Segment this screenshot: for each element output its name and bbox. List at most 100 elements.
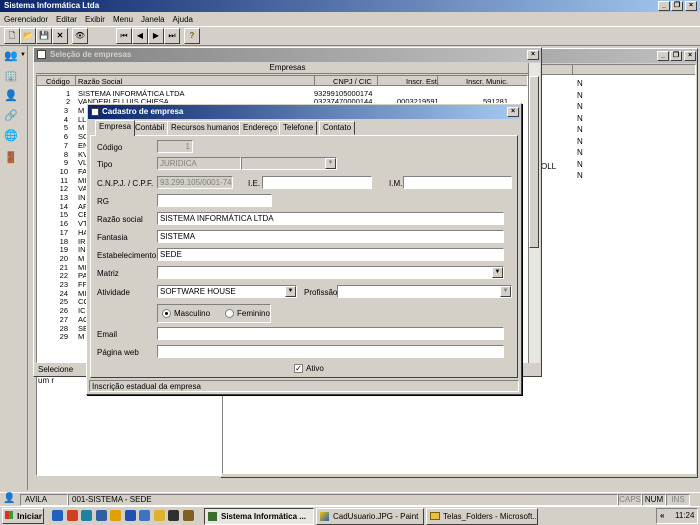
grid-row-codigo[interactable]: 13: [42, 193, 68, 202]
feminino-radio[interactable]: [225, 309, 234, 318]
cnpj-field[interactable]: 93.299.105/0001-74: [157, 176, 233, 189]
menu-menu[interactable]: Menu: [113, 14, 133, 26]
grid-row-codigo[interactable]: 10: [42, 167, 68, 176]
maximize-button[interactable]: ❐: [671, 1, 683, 11]
close-button[interactable]: ×: [685, 1, 697, 11]
grid-row-razao[interactable]: IC: [78, 306, 86, 315]
tab-contabil[interactable]: Contábil: [131, 121, 169, 135]
explorer-icon[interactable]: [110, 510, 121, 521]
grid-row-codigo[interactable]: 16: [42, 219, 68, 228]
chevron-down-icon[interactable]: ▼: [500, 286, 511, 297]
task-paint[interactable]: CadUsuario.JPG - Paint: [316, 508, 424, 525]
tray-expand-button[interactable]: «: [660, 511, 664, 520]
grid-row-codigo[interactable]: 6: [42, 132, 68, 141]
chevron-down-icon[interactable]: ▼: [20, 52, 26, 58]
media-icon[interactable]: [95, 510, 107, 521]
grid-row-codigo[interactable]: 26: [42, 306, 68, 315]
folder-icon[interactable]: [153, 510, 165, 521]
profissao-select[interactable]: ▼: [337, 285, 512, 298]
task-word[interactable]: Telas_Folders - Microsoft...: [426, 508, 538, 525]
new-icon[interactable]: 🗋: [4, 28, 20, 44]
grid-row-codigo[interactable]: 5: [42, 123, 68, 132]
pen-icon[interactable]: [182, 510, 194, 521]
outlook-icon[interactable]: [66, 510, 78, 521]
grid-row-razao[interactable]: M: [78, 123, 84, 132]
grid-row-codigo[interactable]: 14: [42, 202, 68, 211]
grid-row-codigo[interactable]: 24: [42, 289, 68, 298]
codigo-field[interactable]: 1: [157, 140, 193, 153]
grid-row-codigo[interactable]: 29: [42, 332, 68, 341]
open-icon[interactable]: 📂: [20, 28, 36, 44]
selecao-close-button[interactable]: ×: [527, 50, 539, 60]
row-2-codigo[interactable]: 2: [66, 97, 70, 106]
bg-close-button[interactable]: ×: [684, 51, 696, 61]
ie-icon[interactable]: [52, 510, 63, 521]
grid-row-codigo[interactable]: 15: [42, 210, 68, 219]
grid-row-razao[interactable]: M: [78, 254, 84, 263]
col-cnpj[interactable]: CNPJ / CIC: [333, 77, 372, 86]
binoculars-icon[interactable]: 👁: [72, 28, 88, 44]
menu-exibir[interactable]: Exibir: [85, 14, 105, 26]
first-icon[interactable]: ⏮: [116, 28, 132, 44]
next-icon[interactable]: ▶: [148, 28, 164, 44]
grid-row-codigo[interactable]: 22: [42, 271, 68, 280]
grid-row-razao[interactable]: M: [78, 106, 84, 115]
tab-telefone[interactable]: Telefone: [279, 121, 318, 135]
help-icon[interactable]: ?: [184, 28, 200, 44]
grid-row-codigo[interactable]: 27: [42, 315, 68, 324]
tab-contato[interactable]: Contato: [319, 121, 356, 135]
desktop-icon[interactable]: [81, 510, 92, 521]
cmd-icon[interactable]: [168, 510, 179, 521]
building-icon[interactable]: 🏢: [3, 68, 19, 84]
tab-recursos-humanos[interactable]: Recursos humanos: [167, 121, 244, 135]
network-icon[interactable]: 🔗: [3, 108, 19, 124]
col-codigo[interactable]: Código: [46, 77, 70, 86]
atividade-select[interactable]: SOFTWARE HOUSE ▼: [157, 285, 297, 298]
estabelecimento-field[interactable]: SEDE: [157, 248, 504, 261]
task-sistema[interactable]: Sistema Informática ...: [204, 508, 314, 525]
grid-row-codigo[interactable]: 28: [42, 324, 68, 333]
grid-row-razao[interactable]: IR: [78, 237, 86, 246]
menu-gerenciador[interactable]: Gerenciador: [4, 14, 48, 26]
chevron-down-icon[interactable]: ▼: [325, 158, 336, 169]
users-icon[interactable]: 👥: [3, 48, 19, 64]
grid-row-razao[interactable]: IN: [78, 193, 86, 202]
chevron-down-icon[interactable]: ▼: [285, 286, 296, 297]
im-field[interactable]: [403, 176, 512, 189]
menu-janela[interactable]: Janela: [141, 14, 165, 26]
bg-maximize-button[interactable]: ❐: [670, 51, 682, 61]
grid-row-codigo[interactable]: 7: [42, 141, 68, 150]
prev-icon[interactable]: ◀: [132, 28, 148, 44]
grid-row-codigo[interactable]: 3: [42, 106, 68, 115]
ativo-label[interactable]: Ativo: [306, 364, 324, 373]
grid-row-codigo[interactable]: 21: [42, 263, 68, 272]
rg-field[interactable]: [157, 194, 272, 207]
tipo-select[interactable]: ▼: [241, 157, 337, 170]
grid-row-codigo[interactable]: 20: [42, 254, 68, 263]
email-field[interactable]: [157, 327, 504, 340]
grid-row-codigo[interactable]: 25: [42, 297, 68, 306]
pagina-web-field[interactable]: [157, 345, 504, 358]
person-icon[interactable]: 👤: [3, 88, 19, 104]
grid-row-codigo[interactable]: 12: [42, 184, 68, 193]
grid-row-codigo[interactable]: 18: [42, 237, 68, 246]
tab-endereco[interactable]: Endereço: [239, 121, 282, 135]
delete-icon[interactable]: ✕: [52, 28, 68, 44]
col-inscr-est[interactable]: Inscr. Est.: [406, 77, 439, 86]
minimize-button[interactable]: _: [658, 1, 670, 11]
save-icon[interactable]: 💾: [36, 28, 52, 44]
matriz-select[interactable]: ▼: [157, 266, 504, 279]
grid-row-codigo[interactable]: 19: [42, 245, 68, 254]
exit-icon[interactable]: 🚪: [3, 150, 19, 166]
grid-row-razao[interactable]: IN: [78, 245, 86, 254]
grid-row-codigo[interactable]: 4: [42, 115, 68, 124]
grid-row-codigo[interactable]: 9: [42, 158, 68, 167]
masculino-radio[interactable]: [162, 309, 171, 318]
grid-row-codigo[interactable]: 17: [42, 228, 68, 237]
chevron-down-icon[interactable]: ▼: [492, 267, 503, 278]
col-razao-social[interactable]: Razão Social: [78, 77, 122, 86]
ie-field[interactable]: [262, 176, 372, 189]
word-icon[interactable]: [124, 510, 136, 521]
fantasia-field[interactable]: SISTEMA: [157, 230, 504, 243]
grid-row-codigo[interactable]: 11: [42, 176, 68, 185]
